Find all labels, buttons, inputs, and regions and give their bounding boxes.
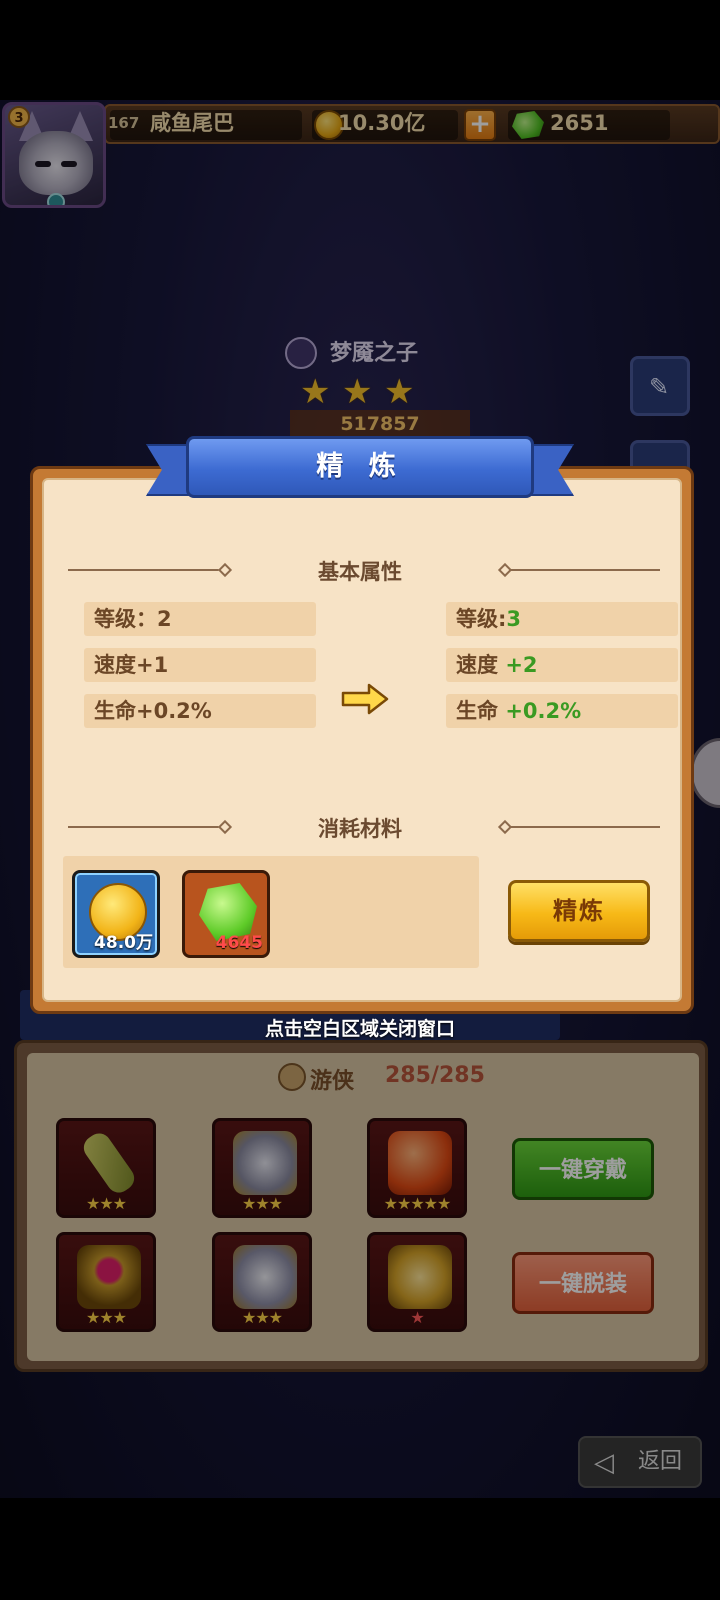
section-materials: 消耗材料: [318, 817, 402, 841]
next-life-value: +0.2%: [505, 699, 582, 723]
next-life: 生命 +0.2%: [456, 694, 581, 728]
close-hint: 点击空白区域关闭窗口: [264, 1018, 455, 1040]
next-level: 等级:3: [456, 602, 521, 636]
arrow-right-icon: [341, 683, 389, 715]
next-speed: 速度 +2: [456, 648, 538, 682]
current-life: 生命+0.2%: [94, 699, 212, 723]
material-gem-amount: 4645: [215, 933, 263, 953]
game-scene: 167 咸鱼尾巴 10.30亿 + 2651 3 梦魇之子 ★ ★ ★ 5178…: [0, 0, 720, 1600]
modal-title-banner: 精 炼: [186, 436, 534, 498]
divider: [68, 569, 220, 571]
divider: [510, 826, 660, 828]
divider: [510, 569, 660, 571]
current-life-row: 生命+0.2%: [84, 694, 316, 728]
next-life-row: 生命 +0.2%: [446, 694, 678, 728]
next-level-value: 3: [506, 607, 522, 631]
refine-button[interactable]: 精炼: [508, 880, 650, 942]
modal-title: 精 炼: [316, 451, 404, 482]
material-gold-amount: 48.0万: [94, 933, 153, 953]
divider: [68, 826, 220, 828]
next-speed-value: +2: [505, 653, 538, 677]
material-gold[interactable]: 48.0万: [72, 870, 160, 958]
next-level-label: 等级:: [456, 607, 507, 631]
current-level-row: 等级：2: [84, 602, 316, 636]
next-speed-label: 速度: [456, 653, 498, 677]
section-basic-attributes: 基本属性: [318, 560, 402, 584]
next-speed-row: 速度 +2: [446, 648, 678, 682]
next-level-row: 等级:3: [446, 602, 678, 636]
current-level: 等级：2: [94, 607, 172, 631]
next-life-label: 生命: [456, 699, 498, 723]
material-gem[interactable]: 4645: [182, 870, 270, 958]
current-speed-row: 速度+1: [84, 648, 316, 682]
current-speed: 速度+1: [94, 653, 169, 677]
